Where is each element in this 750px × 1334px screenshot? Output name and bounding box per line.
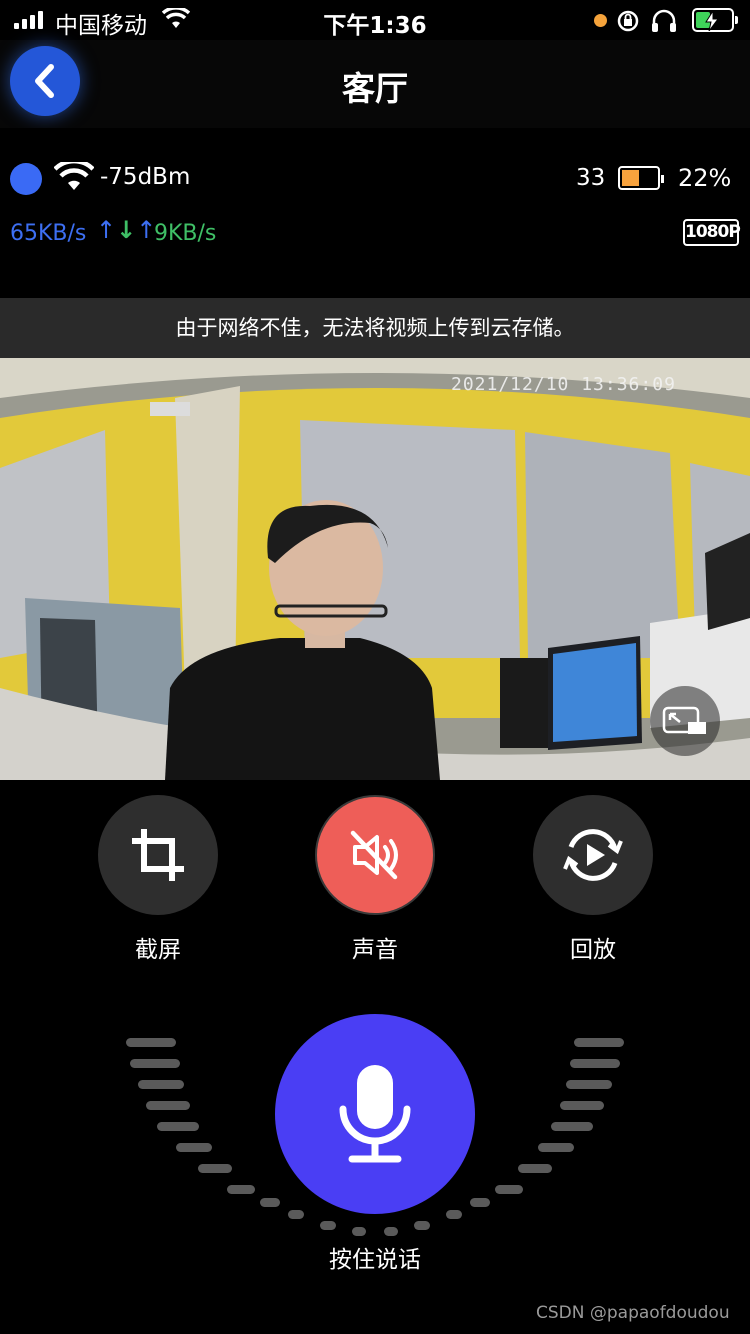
fullscreen-button[interactable] [650,686,720,756]
voice-level-bar [495,1185,523,1194]
resolution-badge[interactable]: 1080P [683,219,741,246]
online-status-dot [10,163,42,195]
mic-in-use-dot [594,14,607,27]
upload-speed: 9KB/s [154,221,217,246]
status-bar: 中国移动 下午1:36 [0,0,750,40]
download-speed: 65KB/s [10,221,87,246]
voice-level-bar [198,1164,232,1173]
fullscreen-icon [662,706,706,734]
voice-level-bar [138,1080,184,1089]
page-title: 客厅 [342,69,408,108]
hold-to-talk-button[interactable] [275,1014,475,1214]
voice-level-bar [384,1227,398,1236]
voice-level-bar [538,1143,574,1152]
voice-level-bar [566,1080,612,1089]
voice-level-bar [560,1101,604,1110]
hold-to-talk-label: 按住说话 [329,1247,421,1273]
voice-level-bar [446,1210,462,1219]
rotation-lock-icon [616,9,640,39]
phone-battery-icon [692,8,738,32]
device-info-panel: -75dBm 33 22% 65KB/s ↑↓↑ 9KB/s 1080P [0,128,750,298]
crop-icon [132,829,184,881]
voice-level-bar [551,1122,593,1131]
speaker-muted-icon [350,830,398,880]
temperature-value: 33 [576,165,606,191]
voice-level-bar [260,1198,280,1207]
network-notice: 由于网络不佳，无法将视频上传到云存储。 [0,298,750,358]
voice-level-bar [288,1210,304,1219]
screenshot-label: 截屏 [135,937,181,963]
replay-label: 回放 [570,937,616,963]
replay-icon [563,829,623,881]
watermark: CSDN @papaofdoudou [536,1303,730,1323]
voice-level-bar [470,1198,490,1207]
sound-label: 声音 [352,937,398,963]
live-video[interactable]: 2021/12/10 13:36:09 [0,358,750,780]
voice-level-bar [574,1038,624,1047]
replay-button[interactable] [533,795,653,915]
voice-level-bar [176,1143,212,1152]
voice-level-bar [130,1059,180,1068]
video-timestamp: 2021/12/10 13:36:09 [451,374,676,395]
nav-bar: 客厅 [0,40,750,128]
voice-level-bar [227,1185,255,1194]
voice-level-bar [570,1059,620,1068]
camera-feed-image [0,358,750,780]
voice-level-bar [414,1221,430,1230]
voice-level-bar [352,1227,366,1236]
sound-button[interactable] [315,795,435,915]
voice-level-bar [146,1101,190,1110]
headphones-icon [650,9,678,39]
signal-strength: -75dBm [100,164,191,190]
wifi-signal-icon [53,158,95,196]
battery-percent: 22% [678,164,732,192]
voice-level-bar [518,1164,552,1173]
voice-level-bar [320,1221,336,1230]
camera-battery-icon [618,166,664,190]
screenshot-button[interactable] [98,795,218,915]
transfer-arrows-icon: ↑↓↑ [96,216,157,244]
voice-level-bar [157,1122,199,1131]
microphone-icon [339,1065,411,1163]
voice-level-bar [126,1038,176,1047]
